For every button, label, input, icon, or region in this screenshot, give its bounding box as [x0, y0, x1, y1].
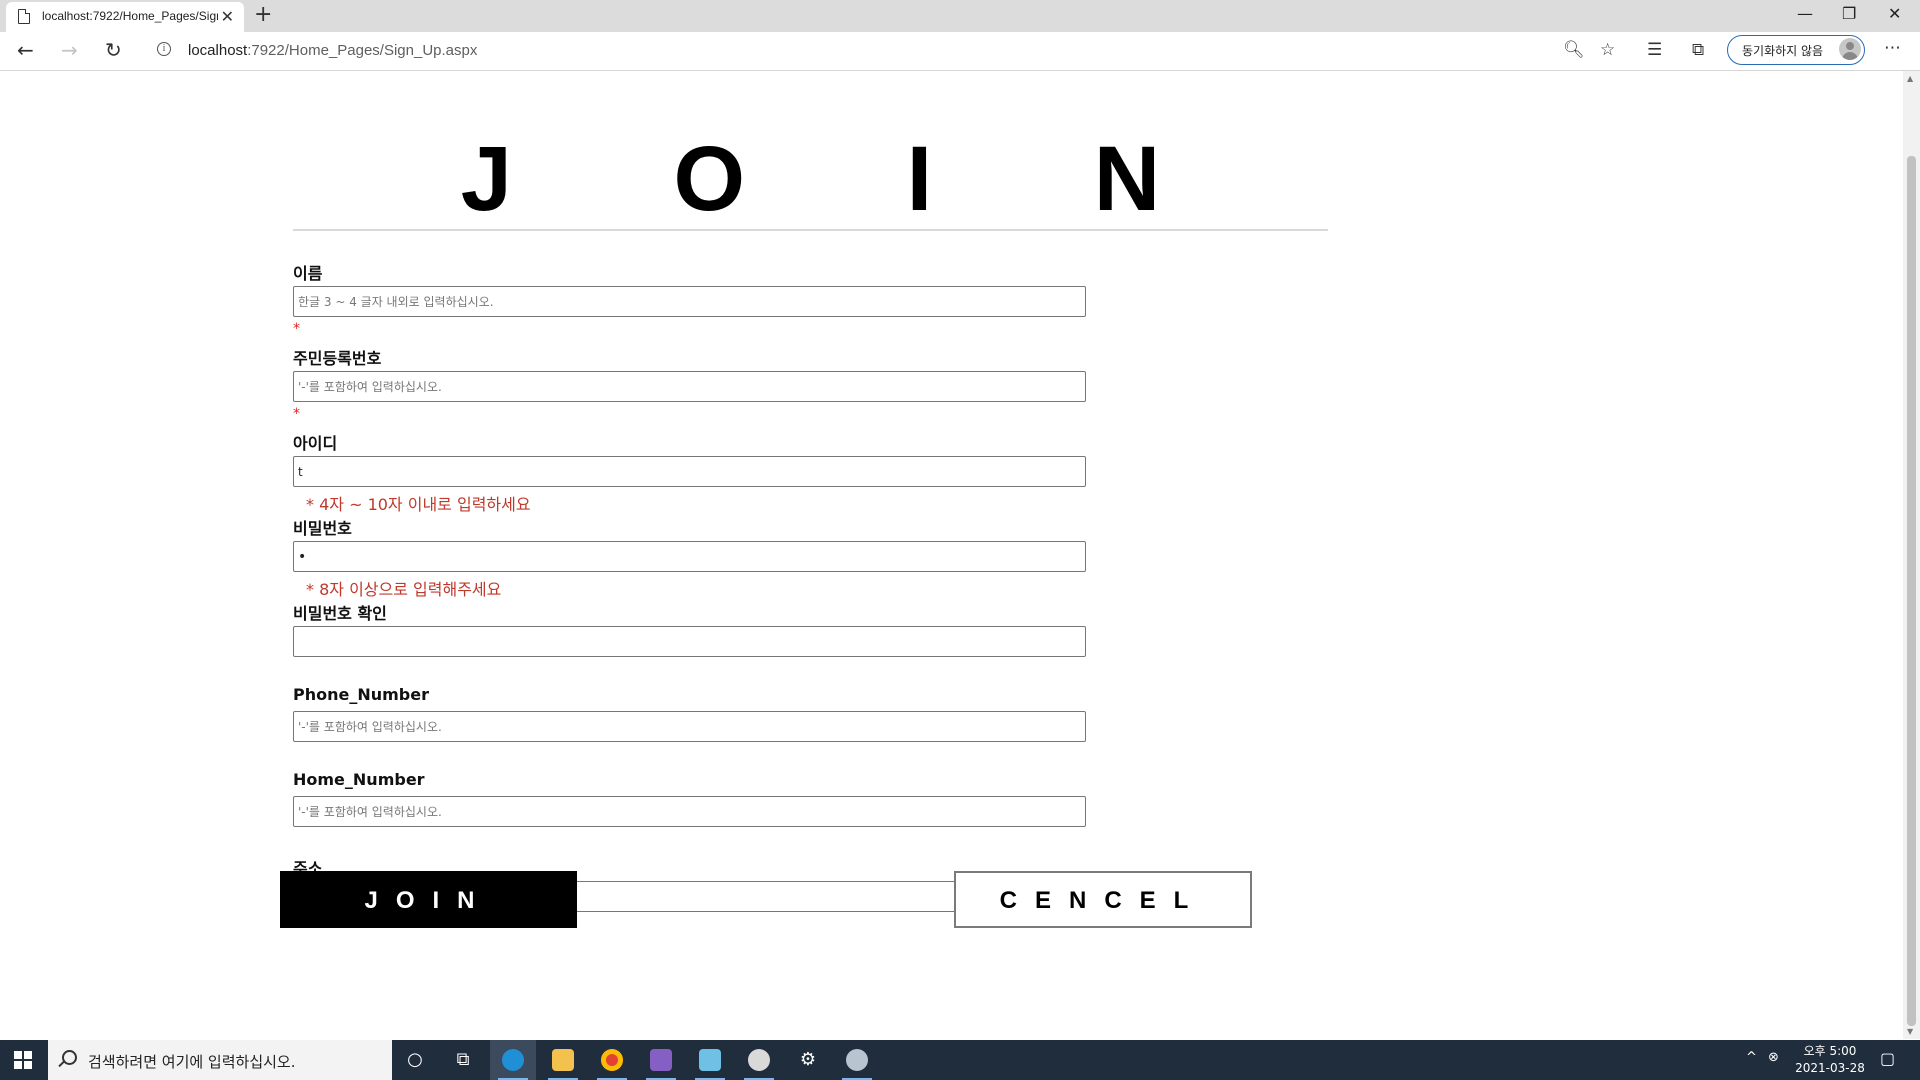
name-input[interactable]	[293, 286, 1086, 317]
network-icon[interactable]: ⊗	[1768, 1050, 1779, 1065]
url-path: :7922/Home_Pages/Sign_Up.aspx	[247, 42, 478, 59]
notepad-icon[interactable]	[687, 1040, 733, 1080]
clock-date: 2021-03-28	[1795, 1061, 1865, 1075]
windows-start-icon[interactable]	[14, 1051, 32, 1069]
id-error-message: * 4자 ~ 10자 이내로 입력하세요	[306, 495, 531, 514]
scroll-up-icon[interactable]: ▲	[1907, 74, 1913, 83]
task-view-icon[interactable]: ⧉	[440, 1040, 486, 1080]
scroll-thumb[interactable]	[1907, 156, 1916, 1026]
new-tab-icon[interactable]: +	[254, 2, 272, 28]
name-label: 이름	[293, 264, 323, 283]
settings-gear-icon[interactable]: ⚙	[785, 1040, 831, 1080]
title-divider	[293, 229, 1328, 231]
url-host: localhost	[188, 42, 248, 59]
id-label: 아이디	[293, 434, 338, 453]
password-confirm-label: 비밀번호 확인	[293, 604, 387, 623]
id-input[interactable]	[293, 456, 1086, 487]
cancel-button[interactable]: CENCEL	[954, 871, 1252, 928]
browser-toolbar: ← → ↻ i localhost:7922/Home_Pages/Sign_U…	[0, 32, 1920, 71]
browser-tab[interactable]: localhost:7922/Home_Pages/Sign_Up.aspx ✕	[6, 2, 244, 32]
paint-icon[interactable]	[736, 1040, 782, 1080]
back-icon[interactable]: ←	[17, 39, 34, 61]
file-explorer-icon[interactable]	[540, 1040, 586, 1080]
refresh-icon[interactable]: ↻	[105, 39, 122, 61]
scroll-down-icon[interactable]: ▼	[1907, 1027, 1913, 1036]
more-menu-icon[interactable]: ⋯	[1884, 38, 1901, 58]
phone-label: Phone_Number	[293, 685, 429, 704]
clock-time: 오후 5:00	[1803, 1044, 1857, 1058]
tray-chevron-icon[interactable]: ^	[1746, 1050, 1757, 1065]
name-required-mark: *	[293, 321, 300, 337]
windows-taskbar: 검색하려면 여기에 입력하십시오. ○ ⧉ ⚙ ^ ⊗ 오후 5:00 2021…	[0, 1040, 1920, 1080]
sync-label: 동기화하지 않음	[1742, 44, 1824, 58]
rrn-input[interactable]	[293, 371, 1086, 402]
site-info-icon[interactable]: i	[157, 42, 171, 56]
tab-title: localhost:7922/Home_Pages/Sign_Up.aspx	[42, 9, 218, 23]
taskbar-clock[interactable]: 오후 5:00 2021-03-28	[1790, 1043, 1870, 1077]
password-input[interactable]	[293, 541, 1086, 572]
home-input[interactable]	[293, 796, 1086, 827]
chrome-icon[interactable]	[589, 1040, 635, 1080]
collections-icon[interactable]: ⧉	[1692, 40, 1704, 60]
cortana-icon[interactable]: ○	[392, 1040, 438, 1080]
search-icon	[62, 1050, 77, 1065]
password-confirm-input[interactable]	[293, 626, 1086, 657]
home-label: Home_Number	[293, 770, 425, 789]
taskbar-search[interactable]: 검색하려면 여기에 입력하십시오.	[48, 1040, 392, 1080]
taskbar-search-placeholder: 검색하려면 여기에 입력하십시오.	[88, 1053, 296, 1071]
close-window-icon[interactable]: ✕	[1888, 4, 1901, 23]
paint-3d-icon[interactable]	[834, 1040, 880, 1080]
password-label: 비밀번호	[293, 519, 352, 538]
minimize-icon[interactable]: —	[1797, 4, 1813, 23]
join-button[interactable]: JOIN	[280, 871, 577, 928]
restore-icon[interactable]: ❐	[1842, 4, 1856, 23]
phone-input[interactable]	[293, 711, 1086, 742]
address-bar[interactable]: localhost:7922/Home_Pages/Sign_Up.aspx	[188, 42, 477, 59]
edge-taskbar-icon[interactable]	[490, 1040, 536, 1080]
notification-icon[interactable]: ▢	[1880, 1049, 1895, 1068]
password-error-message: * 8자 이상으로 입력해주세요	[306, 580, 502, 599]
favorites-list-icon[interactable]: ☰	[1647, 40, 1662, 60]
favorite-star-icon[interactable]: ☆	[1600, 40, 1615, 60]
page-scrollbar[interactable]: ▲ ▼	[1903, 71, 1920, 1039]
zoom-icon[interactable]: 🔍︎	[1563, 40, 1585, 60]
close-tab-icon[interactable]: ✕	[221, 7, 234, 26]
rrn-label: 주민등록번호	[293, 349, 382, 368]
profile-sync-button[interactable]: 동기화하지 않음	[1727, 35, 1865, 65]
visual-studio-icon[interactable]	[638, 1040, 684, 1080]
forward-icon[interactable]: →	[61, 39, 78, 61]
browser-tab-strip: localhost:7922/Home_Pages/Sign_Up.aspx ✕…	[0, 0, 1920, 32]
rrn-required-mark: *	[293, 406, 300, 422]
page-icon	[18, 9, 30, 24]
page-title: J O I N	[460, 128, 1229, 230]
avatar	[1839, 38, 1861, 60]
